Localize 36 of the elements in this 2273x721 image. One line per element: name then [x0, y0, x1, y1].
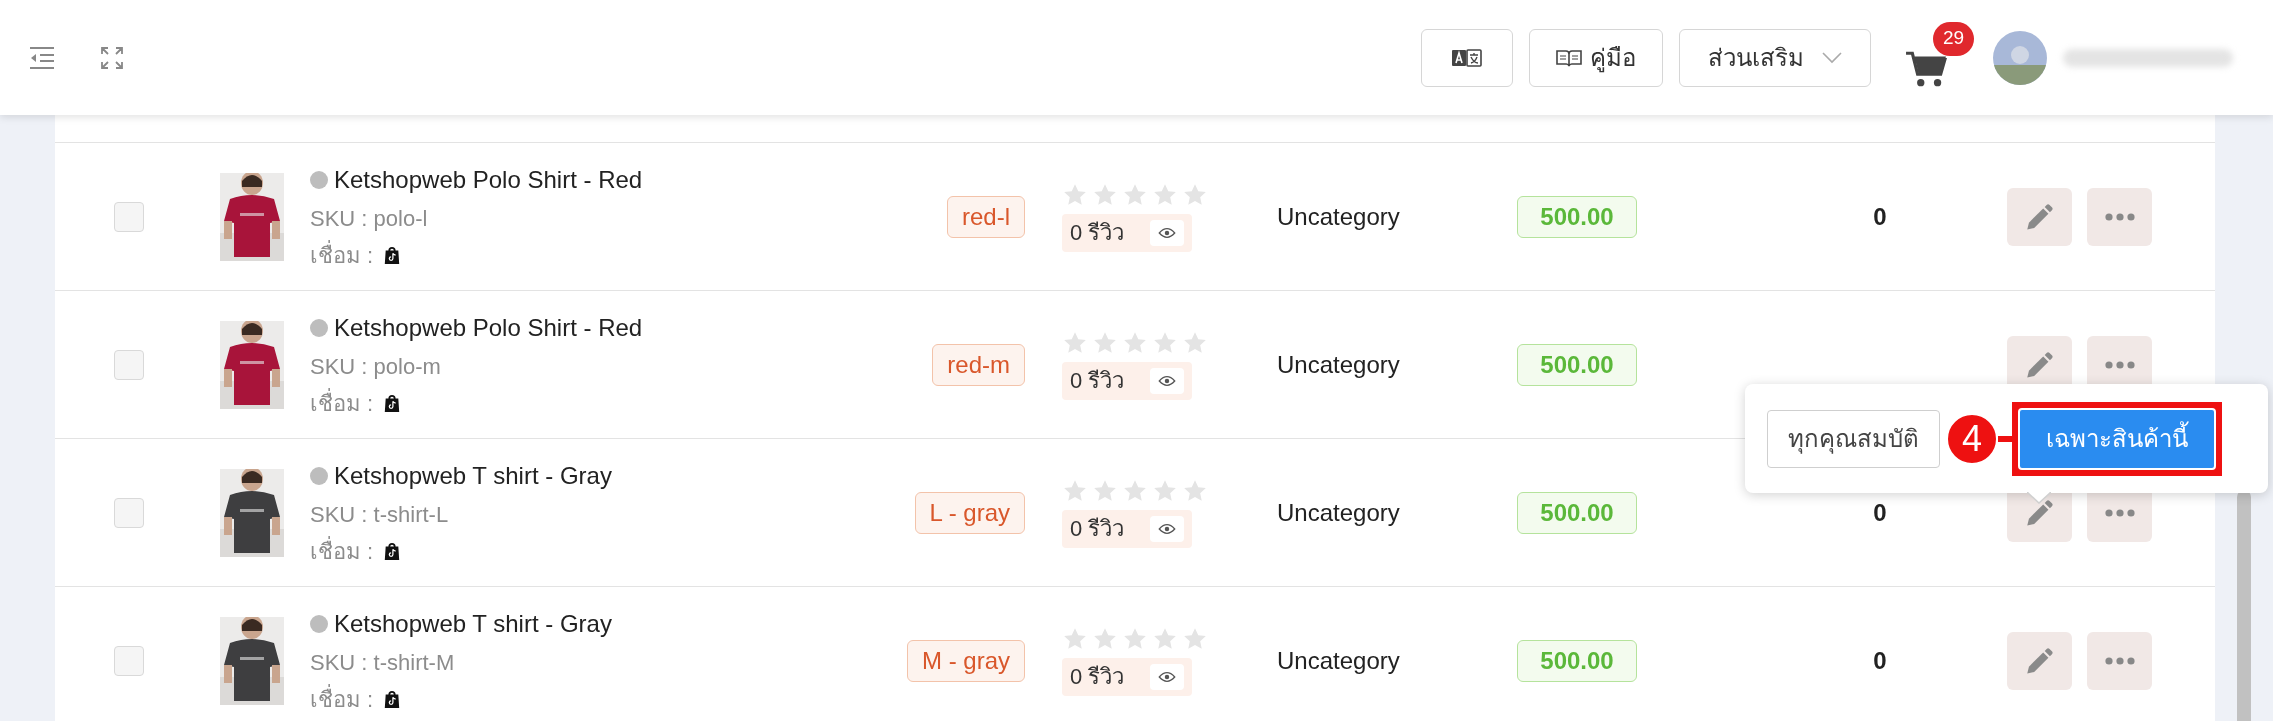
product-sku: SKU : t-shirt-L: [310, 500, 450, 529]
apply-option-button[interactable]: ทุกคุณสมบัติ: [1767, 409, 1940, 468]
product-name: Ketshopweb T shirt - Gray: [334, 608, 612, 639]
stock-quantity: 0: [1873, 645, 1887, 676]
product-name: Ketshopweb Polo Shirt - Red: [334, 312, 643, 343]
product-category: Uncategory: [1277, 349, 1401, 380]
addons-dropdown[interactable]: ส่วนเสริม: [1679, 28, 1871, 87]
price-tag: 500.00: [1517, 343, 1637, 386]
variant-tag: red-m: [932, 343, 1025, 386]
product-category: Uncategory: [1277, 645, 1401, 676]
review-count: 0 รีวิว: [1070, 663, 1125, 691]
step-number-badge: 4: [1946, 412, 1998, 465]
link-label: เชื่อม :: [310, 387, 374, 418]
price-tag: 500.00: [1517, 195, 1637, 238]
product-sku: SKU : t-shirt-M: [310, 648, 456, 677]
review-count: 0 รีวิว: [1070, 219, 1125, 247]
manual-button[interactable]: คู่มือ: [1529, 28, 1663, 87]
review-count: 0 รีวิว: [1070, 515, 1125, 543]
link-label: เชื่อม :: [310, 683, 374, 714]
stock-quantity: 0: [1873, 497, 1887, 528]
stock-quantity: 0: [1873, 201, 1887, 232]
link-label: เชื่อม :: [310, 535, 374, 566]
cart-count-badge: 29: [1933, 21, 1975, 56]
product-category: Uncategory: [1277, 201, 1401, 232]
product-category: Uncategory: [1277, 497, 1401, 528]
link-label: เชื่อม :: [310, 239, 374, 270]
product-name: Ketshopweb T shirt - Gray: [334, 460, 612, 491]
product-sku: SKU : polo-l: [310, 204, 429, 233]
review-count: 0 รีวิว: [1070, 367, 1125, 395]
price-tag: 500.00: [1517, 639, 1637, 682]
variant-tag: L - gray: [914, 491, 1025, 534]
product-sku: SKU : polo-m: [310, 352, 442, 381]
product-name: Ketshopweb Polo Shirt - Red: [334, 164, 643, 195]
variant-tag: M - gray: [907, 639, 1025, 682]
variant-tag: red-l: [947, 195, 1025, 238]
price-tag: 500.00: [1517, 491, 1637, 534]
